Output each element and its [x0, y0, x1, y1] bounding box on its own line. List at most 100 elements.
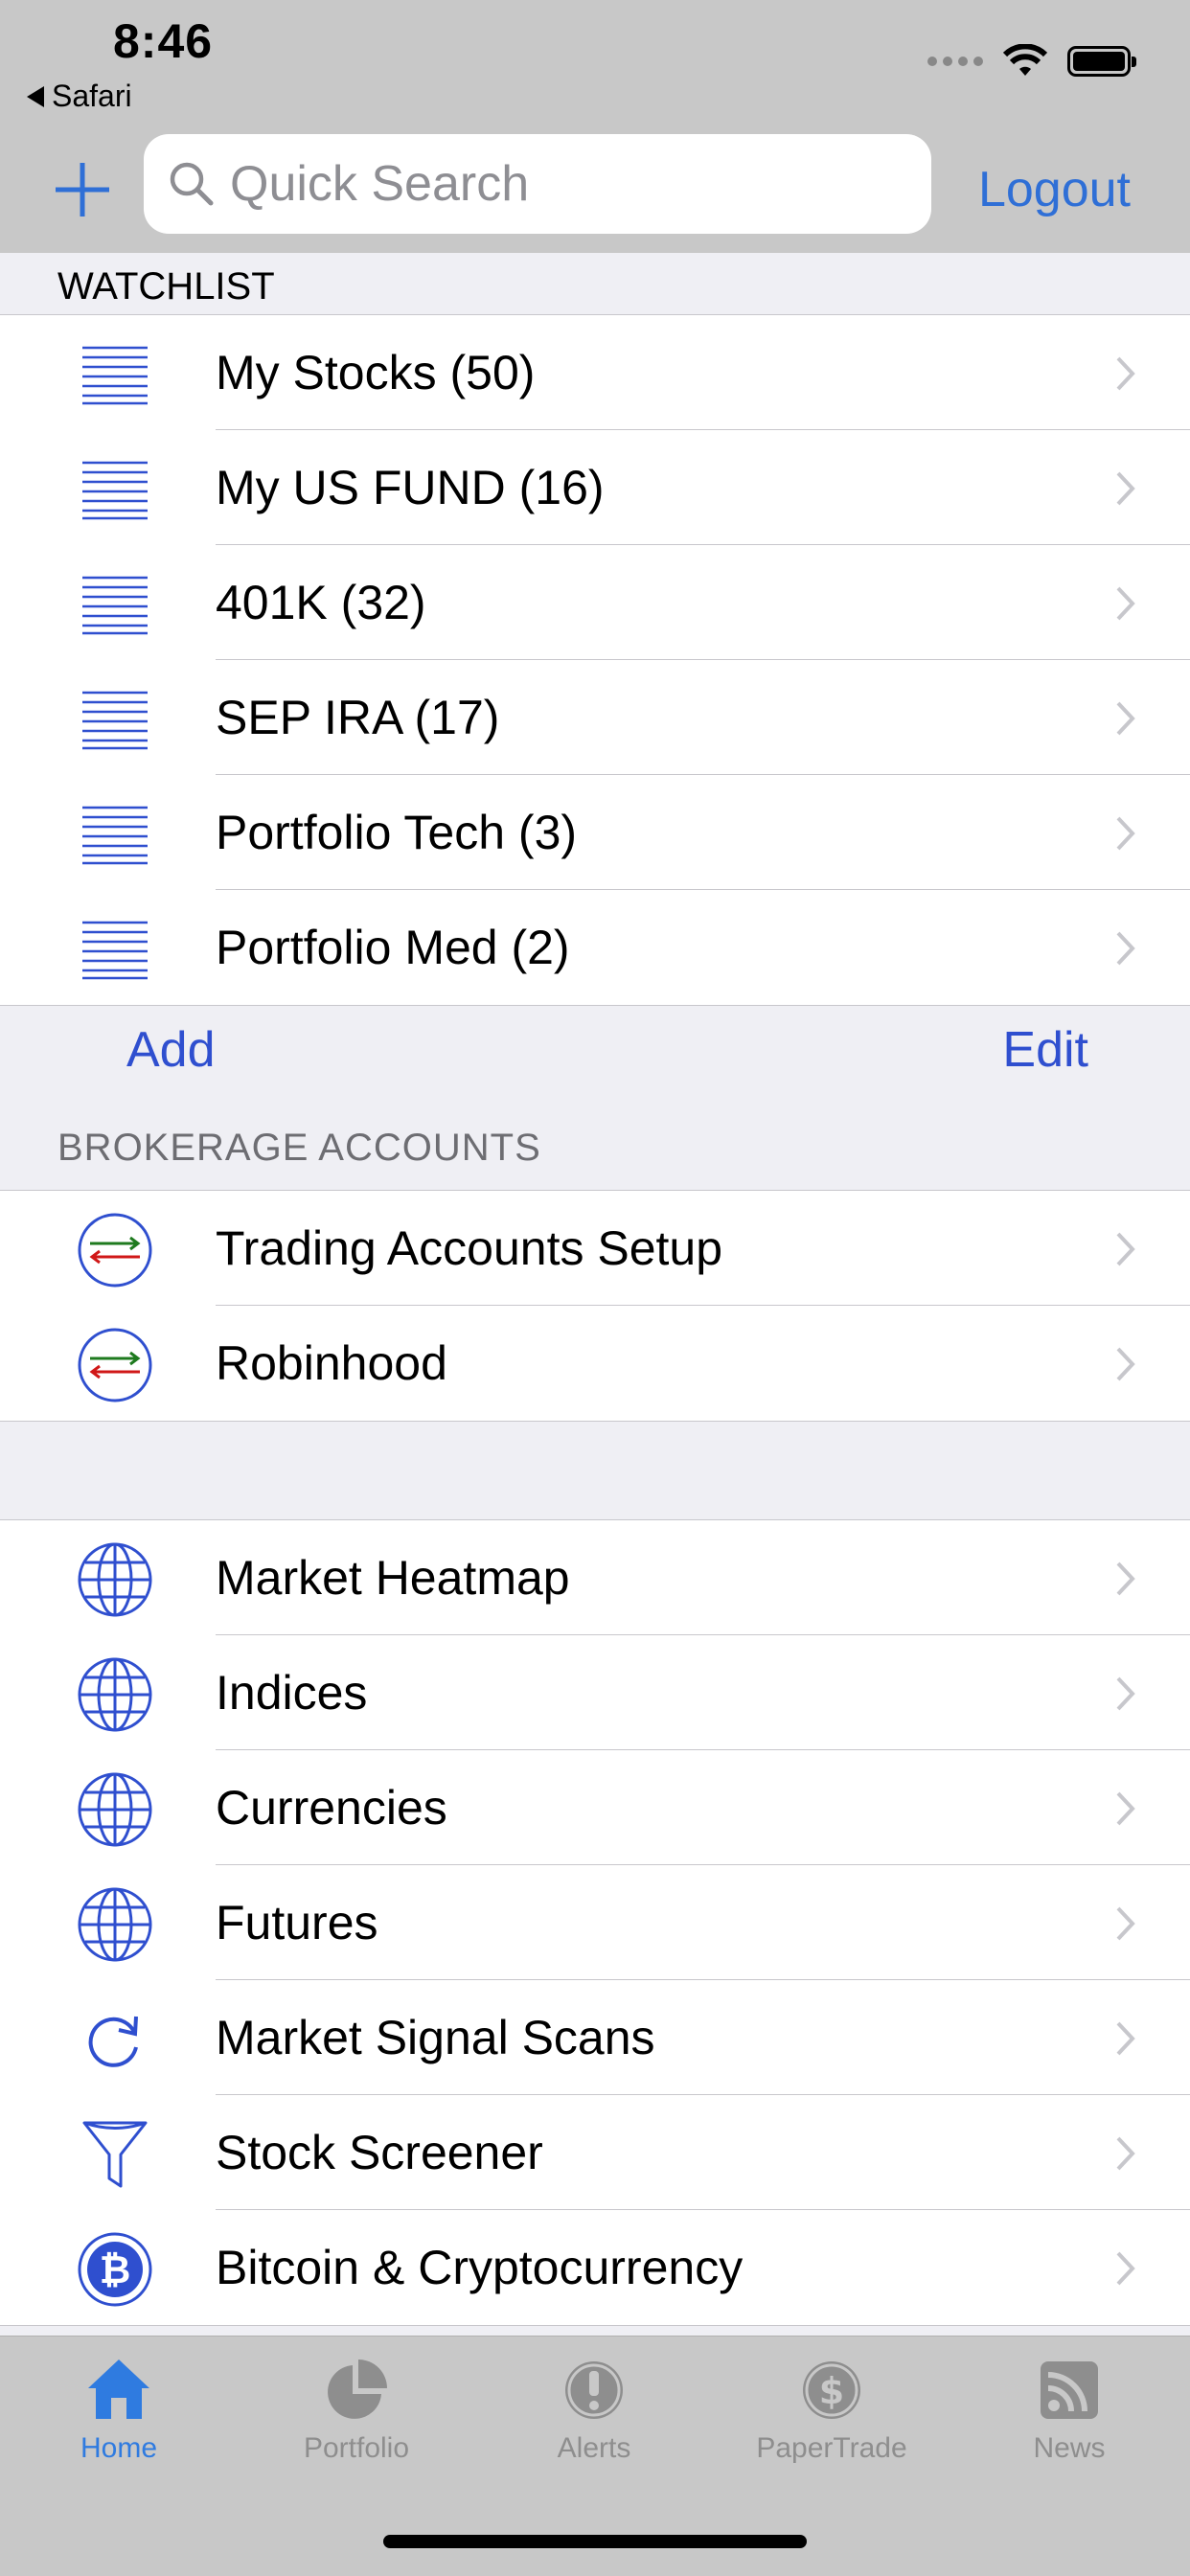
- market-item-label: Indices: [216, 1666, 368, 1720]
- svg-text:₿: ₿: [100, 2248, 131, 2292]
- watchlist-item[interactable]: SEP IRA (17): [0, 660, 1190, 775]
- add-plus-icon[interactable]: [52, 159, 113, 220]
- watchlist-item-label: My Stocks (50): [216, 346, 536, 399]
- svg-text:$: $: [819, 2370, 844, 2412]
- watchlist-item-label: Portfolio Tech (3): [216, 806, 578, 859]
- brokerage-header: BROKERAGE ACCOUNTS: [0, 1113, 1190, 1190]
- market-item-label: Market Signal Scans: [216, 2011, 655, 2064]
- tab-label: Alerts: [557, 2432, 631, 2464]
- pie-chart-icon: [328, 2359, 387, 2419]
- chevron-right-icon: [1116, 356, 1135, 391]
- back-label: Safari: [52, 79, 132, 113]
- tab-home[interactable]: Home: [0, 2354, 238, 2465]
- chevron-right-icon: [1116, 1562, 1135, 1596]
- watchlist-actions: Add Edit: [0, 1002, 1190, 1107]
- tab-label: News: [1033, 2432, 1106, 2464]
- markets-group: Market Heatmap Indices Currencies Future…: [0, 1519, 1190, 2326]
- market-item-label: Futures: [216, 1896, 378, 1949]
- brokerage-group: Trading Accounts Setup Robinhood: [0, 1190, 1190, 1422]
- chevron-right-icon: [1116, 2021, 1135, 2056]
- brokerage-item-trading-accounts-setup[interactable]: Trading Accounts Setup: [0, 1191, 1190, 1306]
- watchlist-item[interactable]: 401K (32): [0, 545, 1190, 660]
- cellular-signal-icon: [927, 57, 983, 66]
- home-icon: [88, 2359, 149, 2419]
- chevron-right-icon: [1116, 931, 1135, 966]
- list-icon: [77, 344, 153, 405]
- transfer-arrows-icon: [77, 1328, 153, 1402]
- tab-label: Home: [80, 2432, 158, 2464]
- chevron-right-icon: [1116, 2136, 1135, 2171]
- back-to-safari[interactable]: Safari: [27, 79, 132, 114]
- status-icons: [927, 44, 1136, 79]
- funnel-icon: [77, 2121, 153, 2188]
- watchlist-group: My Stocks (50) My US FUND (16) 401K (32)…: [0, 314, 1190, 1006]
- tab-label: PaperTrade: [756, 2432, 907, 2464]
- watchlist-header: WATCHLIST: [0, 253, 1190, 314]
- alert-icon: [565, 2361, 623, 2419]
- search-input[interactable]: Quick Search: [144, 134, 931, 234]
- watchlist-item-label: My US FUND (16): [216, 461, 605, 514]
- wifi-icon: [1002, 44, 1048, 76]
- status-time: 8:46: [113, 14, 214, 68]
- market-item-indices[interactable]: Indices: [0, 1635, 1190, 1750]
- watchlist-item[interactable]: Portfolio Tech (3): [0, 775, 1190, 890]
- watchlist-item-label: Portfolio Med (2): [216, 921, 570, 974]
- globe-icon: [77, 1772, 153, 1847]
- market-item-stock-screener[interactable]: Stock Screener: [0, 2095, 1190, 2210]
- search-placeholder: Quick Search: [230, 156, 530, 212]
- market-item-futures[interactable]: Futures: [0, 1865, 1190, 1980]
- chevron-right-icon: [1116, 471, 1135, 506]
- chevron-right-icon: [1116, 701, 1135, 736]
- chevron-right-icon: [1116, 1347, 1135, 1381]
- transfer-arrows-icon: [77, 1213, 153, 1288]
- list-icon: [77, 919, 153, 980]
- brokerage-item-label: Robinhood: [216, 1336, 447, 1390]
- add-watchlist-button[interactable]: Add: [126, 1021, 216, 1079]
- watchlist-item[interactable]: My US FUND (16): [0, 430, 1190, 545]
- tab-label: Portfolio: [303, 2432, 410, 2464]
- watchlist-item[interactable]: Portfolio Med (2): [0, 890, 1190, 1005]
- list-icon: [77, 804, 153, 865]
- market-item-signal-scans[interactable]: Market Signal Scans: [0, 1980, 1190, 2095]
- market-item-label: Market Heatmap: [216, 1551, 570, 1605]
- tab-news[interactable]: News: [950, 2354, 1188, 2465]
- market-item-currencies[interactable]: Currencies: [0, 1750, 1190, 1865]
- list-icon: [77, 689, 153, 750]
- search-icon: [170, 162, 214, 206]
- globe-icon: [77, 1657, 153, 1732]
- refresh-icon: [77, 2009, 153, 2070]
- market-item-label: Bitcoin & Cryptocurrency: [216, 2241, 744, 2294]
- chevron-right-icon: [1116, 1232, 1135, 1266]
- brokerage-item-robinhood[interactable]: Robinhood: [0, 1306, 1190, 1421]
- chevron-right-icon: [1116, 2251, 1135, 2286]
- chevron-right-icon: [1116, 586, 1135, 621]
- list-icon: [77, 459, 153, 520]
- brokerage-item-label: Trading Accounts Setup: [216, 1221, 723, 1275]
- edit-watchlist-button[interactable]: Edit: [1002, 1021, 1088, 1079]
- battery-icon: [1067, 46, 1136, 77]
- tab-alerts[interactable]: Alerts: [475, 2354, 713, 2465]
- chevron-right-icon: [1116, 1676, 1135, 1711]
- chevron-right-icon: [1116, 816, 1135, 851]
- globe-icon: [77, 1887, 153, 1962]
- market-item-label: Stock Screener: [216, 2126, 543, 2179]
- status-bar: 8:46 Safari: [0, 0, 1190, 134]
- market-item-bitcoin[interactable]: ₿ Bitcoin & Cryptocurrency: [0, 2210, 1190, 2325]
- chevron-right-icon: [1116, 1791, 1135, 1826]
- chevron-right-icon: [1116, 1906, 1135, 1941]
- home-indicator: [383, 2535, 807, 2548]
- tab-papertrade[interactable]: $ PaperTrade: [713, 2354, 950, 2465]
- market-item-heatmap[interactable]: Market Heatmap: [0, 1520, 1190, 1635]
- dollar-icon: $: [803, 2361, 860, 2419]
- back-arrow-icon: [27, 85, 44, 107]
- logout-button[interactable]: Logout: [978, 161, 1131, 218]
- watchlist-item-label: SEP IRA (17): [216, 691, 500, 744]
- globe-icon: [77, 1542, 153, 1617]
- bitcoin-icon: ₿: [77, 2232, 153, 2307]
- rss-icon: [1041, 2361, 1098, 2419]
- list-icon: [77, 574, 153, 635]
- nav-bar: Quick Search Logout: [0, 134, 1190, 254]
- market-item-label: Currencies: [216, 1781, 447, 1835]
- watchlist-item[interactable]: My Stocks (50): [0, 315, 1190, 430]
- tab-portfolio[interactable]: Portfolio: [238, 2354, 475, 2465]
